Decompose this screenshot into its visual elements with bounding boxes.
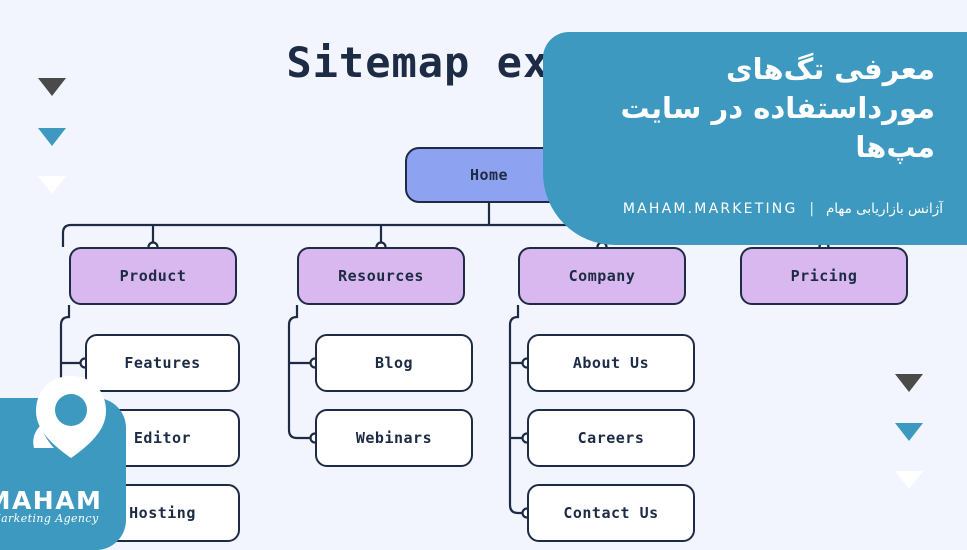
decor-triangle-dark-right: [895, 374, 923, 392]
sitemap-node-label: Home: [469, 166, 509, 184]
edge-company-trunk: [508, 305, 527, 515]
overlay-brand-en: MAHAM.MARKETING: [622, 201, 798, 217]
overlay-heading: معرفی تگ‌های مورداستفاده در سایت مپ‌ها: [620, 52, 935, 164]
logo-tagline: Marketing Agency: [0, 512, 99, 525]
sitemap-node-about-us[interactable]: About Us: [527, 334, 695, 392]
sitemap-node-blog[interactable]: Blog: [315, 334, 473, 392]
sitemap-node-label: Hosting: [129, 504, 196, 522]
overlay-brand-fa: آژانس بازاریابی مهام: [825, 201, 943, 217]
sitemap-node-label: Editor: [133, 429, 192, 447]
sitemap-node-product[interactable]: Product: [69, 247, 237, 305]
decor-triangle-blue-right: [895, 423, 923, 441]
edge-resources-trunk: [287, 305, 315, 440]
location-pin-icon: [33, 376, 106, 458]
sitemap-node-company[interactable]: Company: [518, 247, 686, 305]
sitemap-node-label: Webinars: [355, 429, 433, 447]
sitemap-canvas: Sitemap example Home Product Resources C…: [0, 0, 967, 550]
decor-triangle-white-right: [895, 471, 923, 489]
decor-triangle-white-left: [38, 176, 66, 194]
overlay-title-panel: معرفی تگ‌های مورداستفاده در سایت مپ‌ها آ…: [543, 32, 967, 245]
sitemap-node-label: About Us: [572, 354, 650, 372]
logo-wordmark: MAHAM: [0, 486, 103, 515]
overlay-footer: آژانس بازاریابی مهام | MAHAM.MARKETING: [623, 201, 943, 217]
sitemap-node-label: Contact Us: [563, 504, 659, 522]
decor-triangle-blue-left: [38, 128, 66, 146]
maham-logo-badge: MAHAM Marketing Agency: [0, 376, 126, 550]
sitemap-node-webinars[interactable]: Webinars: [315, 409, 473, 467]
sitemap-node-label: Product: [119, 267, 187, 285]
sitemap-node-careers[interactable]: Careers: [527, 409, 695, 467]
sitemap-node-label: Blog: [374, 354, 414, 372]
overlay-footer-separator: |: [807, 201, 816, 217]
sitemap-node-label: Company: [568, 267, 636, 285]
sitemap-node-pricing[interactable]: Pricing: [740, 247, 908, 305]
sitemap-node-label: Pricing: [790, 267, 858, 285]
sitemap-node-contact-us[interactable]: Contact Us: [527, 484, 695, 542]
sitemap-node-label: Resources: [338, 267, 424, 285]
sitemap-node-resources[interactable]: Resources: [297, 247, 465, 305]
sitemap-node-label: Careers: [577, 429, 645, 447]
sitemap-node-label: Features: [124, 354, 201, 372]
